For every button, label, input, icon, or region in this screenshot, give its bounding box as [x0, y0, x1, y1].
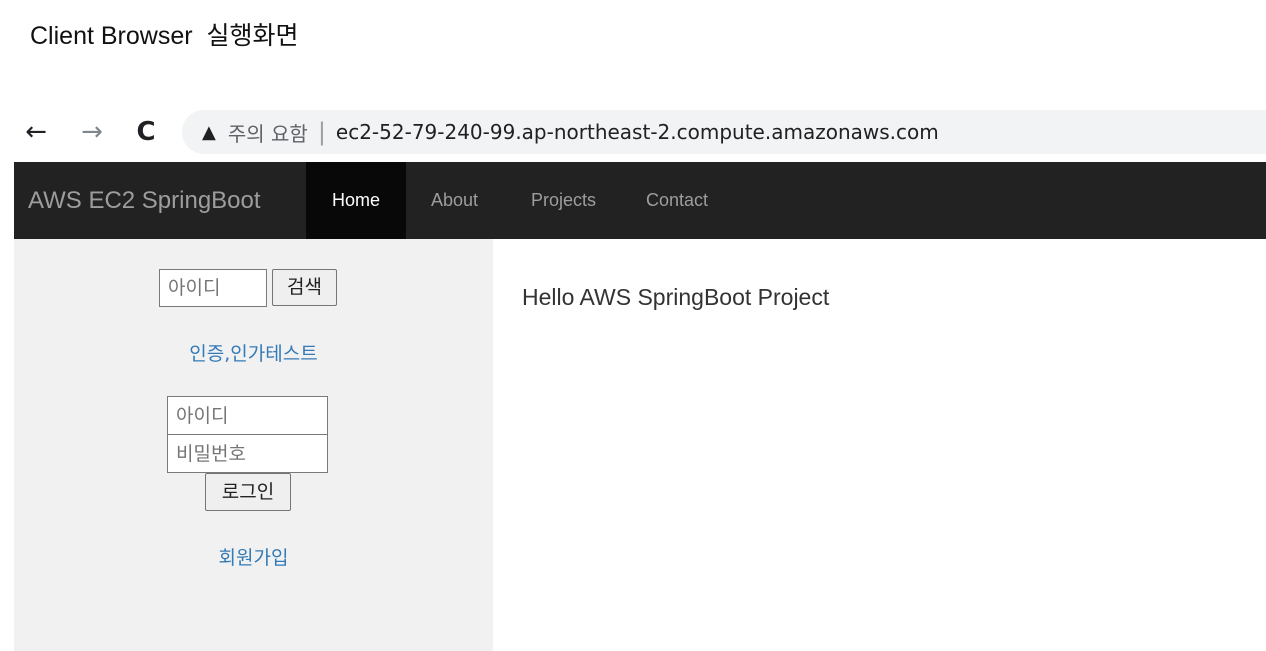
address-bar[interactable]: ▲ 주의 요함 | ec2-52-79-240-99.ap-northeast-… — [182, 110, 1266, 154]
login-id-field[interactable] — [167, 396, 328, 435]
nav-item-about[interactable]: About — [417, 162, 492, 239]
sidebar: 검색 인증,인가테스트 로그인 회원가입 — [14, 239, 493, 651]
browser-toolbar: ← → C ▲ 주의 요함 | ec2-52-79-240-99.ap-nort… — [14, 104, 1266, 160]
forward-arrow-icon[interactable]: → — [74, 114, 110, 150]
main-greeting: Hello AWS SpringBoot Project — [522, 284, 830, 310]
security-status[interactable]: 주의 요함 — [228, 118, 308, 147]
page-caption: Client Browser 실행화면 — [30, 22, 299, 50]
warning-icon[interactable]: ▲ — [202, 122, 216, 143]
signup-link[interactable]: 회원가입 — [14, 543, 493, 570]
reload-icon[interactable]: C — [128, 114, 164, 150]
search-button[interactable]: 검색 — [272, 269, 337, 306]
search-input[interactable] — [159, 269, 267, 307]
navbar-brand[interactable]: AWS EC2 SpringBoot — [28, 162, 261, 239]
nav-item-contact[interactable]: Contact — [636, 162, 718, 239]
login-password-field[interactable] — [167, 434, 328, 473]
omnibox-divider: | — [317, 118, 326, 146]
site-navbar: AWS EC2 SpringBoot Home About Projects C… — [14, 162, 1266, 239]
login-button[interactable]: 로그인 — [205, 473, 291, 511]
auth-test-link[interactable]: 인증,인가테스트 — [14, 339, 493, 366]
nav-item-projects[interactable]: Projects — [516, 162, 611, 239]
nav-item-home[interactable]: Home — [306, 162, 406, 239]
back-arrow-icon[interactable]: ← — [18, 114, 54, 150]
url-text[interactable]: ec2-52-79-240-99.ap-northeast-2.compute.… — [336, 120, 939, 144]
